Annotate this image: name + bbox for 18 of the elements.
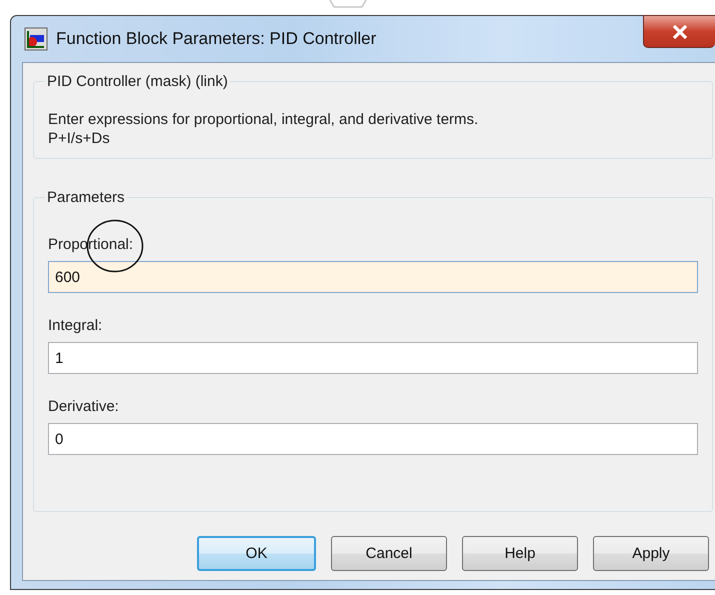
dialog-button[interactable]: Help — [462, 536, 578, 571]
parameter-input-field[interactable]: 0 — [48, 423, 698, 455]
parameter-input-field[interactable]: 1 — [48, 342, 698, 374]
group-legend: Parameters — [45, 189, 127, 206]
dialog-button[interactable]: Apply — [593, 536, 709, 571]
window-title: Function Block Parameters: PID Controller — [56, 29, 376, 49]
block-icon — [24, 27, 48, 51]
description-text: P+I/s+Ds — [48, 129, 111, 148]
description-text: Enter expressions for proportional, integral, and derivative terms. — [48, 110, 480, 129]
parameter-input-field[interactable]: 600 — [48, 261, 698, 293]
field-label: Integral: — [48, 317, 102, 334]
tab-outline-drawing — [328, 0, 368, 8]
dialog-button[interactable]: OK — [197, 536, 316, 571]
group-legend: PID Controller (mask) (link) — [45, 73, 230, 90]
close-button[interactable] — [643, 15, 715, 48]
field-label: Derivative: — [48, 398, 119, 415]
dialog-button[interactable]: Cancel — [331, 536, 447, 571]
close-icon — [672, 24, 688, 38]
